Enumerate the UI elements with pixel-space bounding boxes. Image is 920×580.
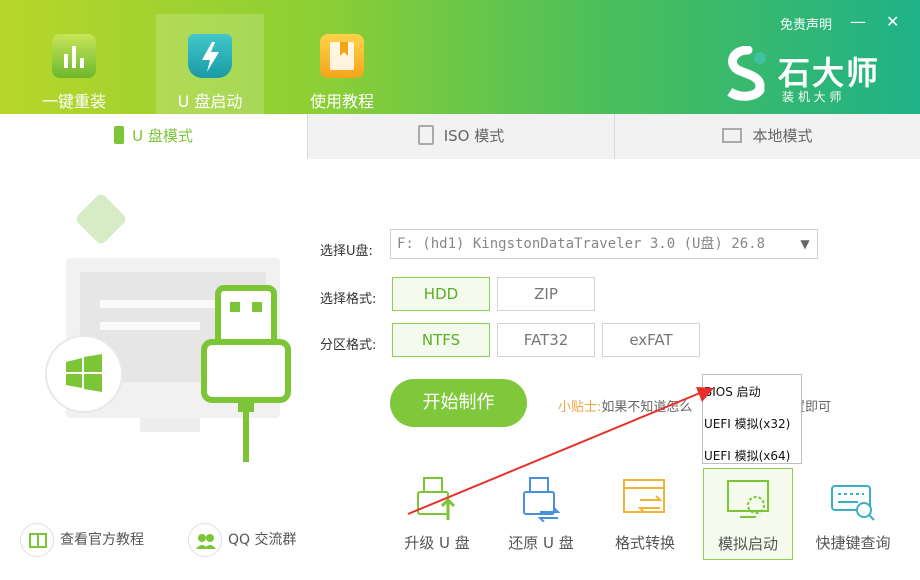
tab-usb-mode[interactable]: U 盘模式 xyxy=(0,114,307,159)
tip-label: 小贴士: xyxy=(558,400,602,415)
usb-bolt-icon xyxy=(188,34,232,78)
simulate-boot-icon xyxy=(726,477,772,523)
chevron-down-icon[interactable]: ▼ xyxy=(793,230,817,258)
tool-label: 快捷键查询 xyxy=(815,534,891,552)
disclaimer-link[interactable]: 免责声明 xyxy=(780,14,832,33)
menu-item-uefi-x32[interactable]: UEFI 模拟(x32) xyxy=(704,415,790,432)
restore-usb-tool[interactable]: 还原 U 盘 xyxy=(496,468,586,560)
tool-label: 还原 U 盘 xyxy=(508,534,574,552)
tool-label: 模拟启动 xyxy=(717,535,778,553)
format-convert-tool[interactable]: 格式转换 xyxy=(600,468,690,560)
brand-logo: 石大师 装 机 大 师 xyxy=(720,46,900,106)
nav-tab-label: 一键重装 xyxy=(41,92,106,111)
partition-option-exfat[interactable]: exFAT xyxy=(602,323,700,357)
nav-tab-label: U 盘启动 xyxy=(177,92,243,111)
bottom-link-label: 查看官方教程 xyxy=(60,532,144,548)
tab-local-mode[interactable]: 本地模式 xyxy=(614,114,920,159)
brand-logo-icon xyxy=(727,46,766,101)
mode-tab-bar: U 盘模式 ISO 模式 本地模式 xyxy=(0,114,920,159)
format-convert-icon xyxy=(622,476,668,522)
simulate-boot-tool[interactable]: 模拟启动 xyxy=(703,468,793,560)
bottom-link-label: QQ 交流群 xyxy=(228,532,297,548)
drive-select[interactable]: F: (hd1) KingstonDataTraveler 3.0 (U盘) 2… xyxy=(390,229,818,259)
group-users-icon xyxy=(188,523,222,557)
monitor-icon xyxy=(722,128,743,143)
start-button[interactable]: 开始制作 xyxy=(390,379,527,427)
usb-upgrade-icon xyxy=(414,476,460,522)
usb-illustration xyxy=(40,190,310,480)
nav-tab-tutorial[interactable]: 使用教程 xyxy=(288,14,396,114)
tab-iso-mode[interactable]: ISO 模式 xyxy=(307,114,614,159)
tab-label: 本地模式 xyxy=(752,127,813,145)
drive-label: 选择U盘: xyxy=(320,244,373,259)
tab-label: ISO 模式 xyxy=(443,127,505,145)
nav-tab-reinstall[interactable]: 一键重装 xyxy=(20,14,128,114)
keyboard-search-icon xyxy=(830,476,876,522)
tip-text: 小贴士:如果不知道怎么 置即可 xyxy=(558,396,831,415)
app-header: 一键重装 U 盘启动 使用教程 免责声明 — ✕ 石大师 装 机 大 师 xyxy=(0,0,920,114)
brand-subtitle: 装 机 大 师 xyxy=(782,90,842,104)
shortcut-query-tool[interactable]: 快捷键查询 xyxy=(808,468,898,560)
upgrade-usb-tool[interactable]: 升级 U 盘 xyxy=(392,468,482,560)
nav-tab-label: 使用教程 xyxy=(309,92,374,111)
tab-label: U 盘模式 xyxy=(132,127,193,145)
menu-item-uefi-x64[interactable]: UEFI 模拟(x64) xyxy=(704,447,790,464)
tip-body: 如果不知道怎么 xyxy=(601,400,693,415)
qq-group-link[interactable]: QQ 交流群 xyxy=(188,523,318,557)
partition-option-fat32[interactable]: FAT32 xyxy=(497,323,595,357)
minimize-button[interactable]: — xyxy=(850,12,866,31)
tool-label: 升级 U 盘 xyxy=(404,534,470,552)
format-option-zip[interactable]: ZIP xyxy=(497,277,595,311)
close-button[interactable]: ✕ xyxy=(886,12,899,31)
boot-mode-menu: BIOS 启动 UEFI 模拟(x32) UEFI 模拟(x64) xyxy=(702,374,802,464)
tool-label: 格式转换 xyxy=(614,534,675,552)
format-option-hdd[interactable]: HDD xyxy=(392,277,490,311)
book-icon xyxy=(320,34,364,78)
official-tutorial-link[interactable]: 查看官方教程 xyxy=(20,523,170,557)
nav-tab-usb-boot[interactable]: U 盘启动 xyxy=(156,14,264,114)
iso-file-icon xyxy=(417,125,434,145)
drive-select-value: F: (hd1) KingstonDataTraveler 3.0 (U盘) 2… xyxy=(397,236,766,252)
chart-bars-icon xyxy=(52,34,96,78)
usb-stick-icon xyxy=(114,126,125,144)
partition-option-ntfs[interactable]: NTFS xyxy=(392,323,490,357)
partition-label: 分区格式: xyxy=(320,338,377,353)
usb-restore-icon xyxy=(518,476,564,523)
format-label: 选择格式: xyxy=(320,292,377,307)
book-open-icon xyxy=(20,523,54,557)
menu-item-bios-boot[interactable]: BIOS 启动 xyxy=(704,383,761,400)
